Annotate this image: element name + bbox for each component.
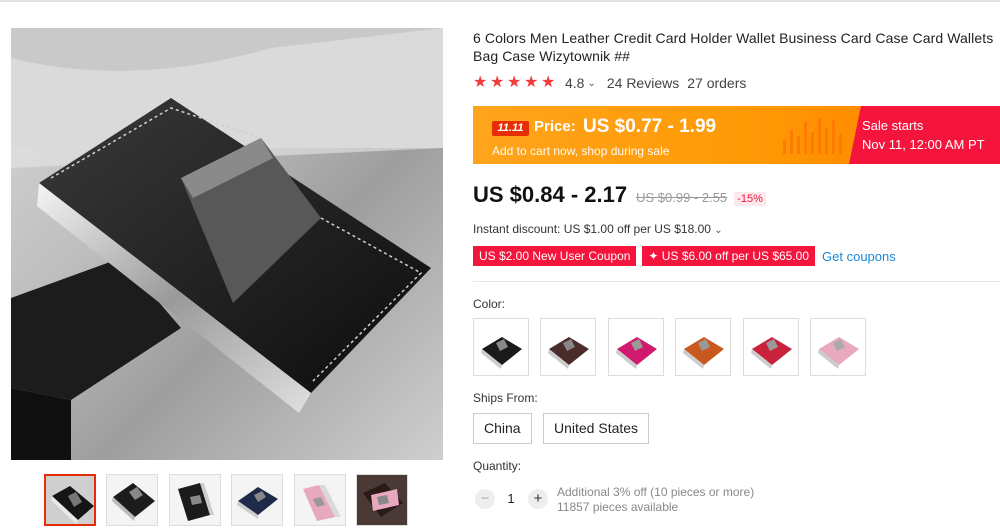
card-holder-image	[11, 28, 443, 460]
star-icon: ★	[524, 74, 539, 91]
quantity-value[interactable]: 1	[505, 491, 517, 506]
reviews-link[interactable]: 24 Reviews	[607, 75, 679, 91]
top-border	[0, 0, 1000, 2]
chevron-down-icon: ⌄	[714, 225, 723, 236]
thumbnail-strip	[44, 474, 424, 526]
original-price: US $0.99 - 2.55	[636, 190, 728, 205]
sale-badge: 11.11	[492, 121, 529, 136]
store-coupon[interactable]: ✦ US $6.00 off per US $65.00	[642, 246, 816, 266]
sale-starts-label: Sale starts	[862, 118, 924, 133]
rating-value[interactable]: 4.8	[565, 75, 584, 91]
orders-count: 27 orders	[687, 75, 747, 91]
instant-discount-text: Instant discount: US $1.00 off per US $1…	[473, 222, 711, 236]
quantity-label: Quantity:	[473, 459, 522, 473]
color-swatch-pink[interactable]	[810, 318, 866, 376]
thumbnail-5[interactable]	[294, 474, 346, 526]
quantity-increase-button[interactable]: +	[528, 489, 548, 509]
bulk-discount-note: Additional 3% off (10 pieces or more)	[557, 485, 755, 499]
chevron-down-icon[interactable]: ⌄	[587, 78, 595, 89]
sale-banner: 11.11 Price: US $0.77 - 1.99 Add to cart…	[473, 106, 1000, 164]
instant-discount[interactable]: Instant discount: US $1.00 off per US $1…	[473, 222, 723, 236]
quantity-decrease-button[interactable]: −	[475, 489, 495, 509]
product-title: 6 Colors Men Leather Credit Card Holder …	[473, 30, 994, 64]
star-icon: ★	[473, 74, 488, 91]
get-coupons-link[interactable]: Get coupons	[822, 249, 896, 264]
thumbnail-3[interactable]	[169, 474, 221, 526]
color-swatch-orange[interactable]	[675, 318, 731, 376]
sale-subtext: Add to cart now, shop during sale	[492, 144, 670, 158]
thumbnail-2[interactable]	[106, 474, 158, 526]
new-user-coupon[interactable]: US $2.00 New User Coupon	[473, 246, 637, 266]
color-swatch-black[interactable]	[473, 318, 529, 376]
main-product-image[interactable]	[11, 28, 443, 460]
sale-start-date: Nov 11, 12:00 AM PT	[862, 137, 985, 152]
ships-from-label: Ships From:	[473, 391, 538, 405]
sale-countdown-area	[849, 106, 1000, 164]
current-price: US $0.84 - 2.17	[473, 182, 628, 207]
stock-available: 11857 pieces available	[557, 500, 679, 514]
star-icon: ★	[507, 74, 522, 91]
star-icon: ★	[490, 74, 505, 91]
discount-badge: -15%	[734, 192, 766, 206]
star-icon: ★	[541, 74, 556, 91]
price-row: US $0.84 - 2.17 US $0.99 - 2.55 -15%	[473, 182, 766, 208]
sale-price-label: Price:	[534, 118, 576, 135]
decorative-stripes	[783, 118, 853, 154]
sale-price-value: US $0.77 - 1.99	[583, 116, 717, 137]
thumbnail-1[interactable]	[44, 474, 96, 526]
thumbnail-4[interactable]	[231, 474, 283, 526]
color-swatch-brown[interactable]	[540, 318, 596, 376]
ship-from-united-states[interactable]: United States	[543, 413, 650, 444]
thumbnail-6[interactable]	[356, 474, 408, 526]
color-label: Color:	[473, 297, 506, 311]
color-swatch-red[interactable]	[743, 318, 799, 376]
rating-stars: ★ ★ ★ ★ ★	[473, 74, 558, 92]
divider	[473, 281, 1000, 282]
coupon-row: US $2.00 New User Coupon ✦ US $6.00 off …	[473, 246, 896, 266]
rating-row: ★ ★ ★ ★ ★ 4.8 ⌄ 24 Reviews 27 orders	[473, 73, 746, 93]
ship-from-china[interactable]: China	[473, 413, 532, 444]
color-swatch-rose[interactable]	[608, 318, 664, 376]
